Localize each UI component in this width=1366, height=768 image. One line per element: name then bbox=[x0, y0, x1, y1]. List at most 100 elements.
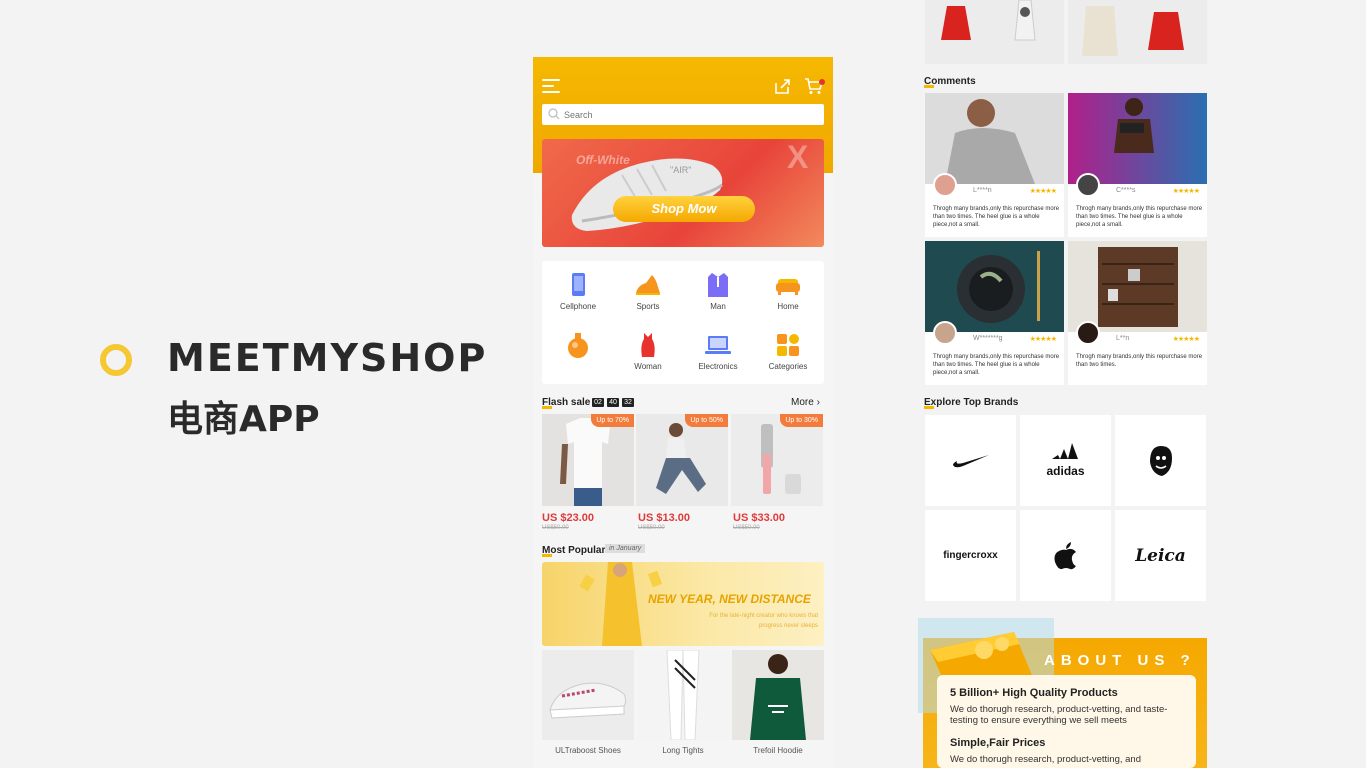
rating-stars: ★★★★★ bbox=[1172, 336, 1200, 343]
cart-badge bbox=[819, 79, 825, 85]
shirt-icon bbox=[708, 273, 728, 297]
category-label: Electronics bbox=[698, 362, 738, 371]
grey-sweater-photo bbox=[925, 93, 1064, 184]
most-popular-title: Most Popular bbox=[542, 545, 606, 557]
brand-name: adidas bbox=[1046, 464, 1085, 478]
dress-icon bbox=[641, 333, 655, 357]
category-all[interactable]: Categories bbox=[753, 331, 823, 371]
promo-banner[interactable]: Off-White "AIR" X Shop Mow bbox=[542, 139, 824, 247]
category-home[interactable]: Home bbox=[753, 271, 823, 311]
category-label: Sports bbox=[636, 302, 660, 311]
discount-tag: Up to 30% bbox=[780, 414, 823, 427]
brand-nike[interactable] bbox=[925, 415, 1016, 506]
adidas-stripes-icon bbox=[1052, 443, 1079, 459]
bape-logo bbox=[1149, 445, 1172, 476]
shop-now-button[interactable]: Shop Mow bbox=[613, 196, 755, 222]
comment-text: Throgh many brands,only this repurchase … bbox=[1076, 206, 1203, 228]
category-electronics[interactable]: Electronics bbox=[683, 331, 753, 371]
flash-more-link[interactable]: More › bbox=[791, 397, 820, 408]
chevron-right-icon: › bbox=[816, 397, 820, 408]
comments-title: Comments bbox=[924, 76, 976, 88]
comment-card[interactable]: L****n ★★★★★ Throgh many brands,only thi… bbox=[925, 93, 1064, 237]
cellphone-icon bbox=[572, 273, 585, 296]
product-trefoil-hoodie[interactable] bbox=[732, 650, 824, 740]
phone-home-screen: Off-White "AIR" X Shop Mow Cellphone Spo… bbox=[533, 57, 833, 768]
flash-item-lipgloss[interactable]: Up to 30% bbox=[731, 414, 823, 506]
lipgloss-image bbox=[731, 414, 823, 506]
hero-title: MEETMYSHOP bbox=[167, 336, 488, 380]
hero-subtitle: 电商APP bbox=[167, 399, 320, 440]
share-icon[interactable] bbox=[773, 77, 791, 95]
flash-old-price: US$50.00 bbox=[638, 525, 665, 531]
search-input[interactable] bbox=[564, 106, 814, 123]
kitchen-shelf-photo bbox=[1068, 241, 1207, 332]
sofa-icon bbox=[776, 279, 800, 295]
discount-tag: Up to 50% bbox=[685, 414, 728, 427]
perfume-icon bbox=[568, 333, 588, 358]
avatar bbox=[933, 173, 957, 197]
about-us-section: ABOUT US ? 5 Billion+ High Quality Produ… bbox=[916, 618, 1216, 768]
ultraboost-shoe-image bbox=[542, 650, 634, 740]
blazer-and-red-top-image bbox=[1068, 0, 1207, 64]
rating-stars: ★★★★★ bbox=[1029, 188, 1057, 195]
laptop-icon bbox=[705, 336, 731, 354]
about-heading: ABOUT US ? bbox=[1044, 652, 1196, 669]
about-card: 5 Billion+ High Quality Products We do t… bbox=[937, 675, 1196, 768]
brands-title: Explore Top Brands bbox=[924, 397, 1019, 409]
product-label: Trefoil Hoodie bbox=[753, 746, 803, 755]
grid-icon bbox=[777, 334, 799, 356]
search-bar[interactable] bbox=[542, 104, 824, 125]
dinner-plate-photo bbox=[925, 241, 1064, 332]
brand-bape[interactable] bbox=[1115, 415, 1206, 506]
comment-card[interactable]: W*******g ★★★★★ Throgh many brands,only … bbox=[925, 241, 1064, 385]
brand-leica[interactable]: Leica bbox=[1115, 510, 1206, 601]
popular-period-tag: in January bbox=[605, 544, 646, 553]
comment-card[interactable]: L**n ★★★★★ Throgh many brands,only this … bbox=[1068, 241, 1207, 385]
product-red-top[interactable] bbox=[925, 0, 1064, 64]
red-and-white-tops-image bbox=[925, 0, 1064, 64]
search-icon bbox=[548, 108, 560, 120]
comment-text: Throgh many brands,only this repurchase … bbox=[933, 206, 1060, 228]
more-label: More bbox=[791, 397, 814, 408]
brand-name: fingercroxx bbox=[943, 550, 998, 561]
category-sports[interactable]: Sports bbox=[613, 271, 683, 311]
brand-apple[interactable] bbox=[1020, 510, 1111, 601]
brand-fingercroxx[interactable]: fingercroxx bbox=[925, 510, 1016, 601]
category-cellphone[interactable]: Cellphone bbox=[543, 271, 613, 311]
athlete-photo bbox=[1068, 93, 1207, 184]
brand-adidas[interactable]: adidas bbox=[1020, 415, 1111, 506]
category-woman[interactable]: Woman bbox=[613, 331, 683, 371]
ring-dot-icon bbox=[100, 344, 132, 376]
category-man[interactable]: Man bbox=[683, 271, 753, 311]
flash-price: US $23.00 bbox=[542, 512, 594, 524]
rating-stars: ★★★★★ bbox=[1172, 188, 1200, 195]
comment-text: Throgh many brands,only this repurchase … bbox=[933, 354, 1060, 376]
category-label: Categories bbox=[768, 362, 808, 371]
banner-x-mark: X bbox=[787, 139, 809, 175]
popular-banner-text: For the late-night creator who knows tha… bbox=[709, 613, 818, 629]
product-long-tights[interactable] bbox=[637, 650, 729, 740]
trefoil-hoodie-image bbox=[732, 650, 824, 740]
flash-old-price: US$50.00 bbox=[542, 525, 569, 531]
sportswear-image bbox=[636, 414, 728, 506]
white-tshirt-image bbox=[542, 414, 634, 506]
category-grid: Cellphone Sports Man Home Woman Electron… bbox=[542, 261, 824, 384]
flash-price: US $33.00 bbox=[733, 512, 785, 524]
timer-minutes: 40 bbox=[607, 398, 619, 407]
comment-user: L**n bbox=[1116, 335, 1130, 342]
product-blazer[interactable] bbox=[1068, 0, 1207, 64]
flash-item-tshirt[interactable]: Up to 70% bbox=[542, 414, 634, 506]
category-perfume[interactable] bbox=[543, 331, 613, 362]
popular-banner[interactable]: NEW YEAR, NEW DISTANCE For the late-nigh… bbox=[542, 562, 824, 646]
menu-icon[interactable] bbox=[542, 79, 560, 93]
timer-hours: 02 bbox=[592, 398, 604, 407]
product-ultraboost[interactable] bbox=[542, 650, 634, 740]
flash-item-sportswear[interactable]: Up to 50% bbox=[636, 414, 728, 506]
category-label: Home bbox=[777, 302, 799, 311]
comment-card[interactable]: C****s ★★★★★ Throgh many brands,only thi… bbox=[1068, 93, 1207, 237]
carousel-dots[interactable] bbox=[664, 241, 704, 243]
long-tights-image bbox=[637, 650, 729, 740]
comment-user: C****s bbox=[1116, 187, 1136, 194]
shoe-print-text: "AIR" bbox=[670, 165, 691, 175]
comment-user: L****n bbox=[973, 187, 992, 194]
